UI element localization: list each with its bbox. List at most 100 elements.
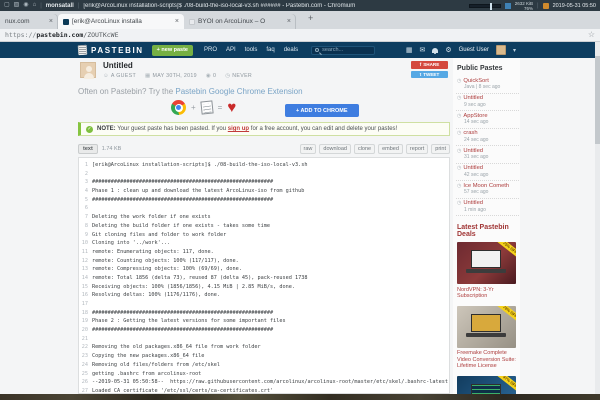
code-line: 18 #####################################… xyxy=(79,309,449,318)
public-paste-item[interactable]: ◷QuickSort Java | 8 sec ago xyxy=(456,76,519,94)
deal-image[interactable]: 75% OFF xyxy=(457,242,516,284)
deal-item[interactable]: 97% OFF The Complete White Hat... xyxy=(457,376,519,395)
code-action-button[interactable]: report xyxy=(406,144,428,154)
bookmark-star-icon[interactable]: ☆ xyxy=(588,31,595,39)
public-pastes-title: Public Pastes xyxy=(457,65,519,72)
browser-tab[interactable]: nux.com × xyxy=(0,14,58,29)
browser-icon[interactable]: ◉ xyxy=(23,0,28,11)
tab-close-icon[interactable]: × xyxy=(175,18,179,25)
paste-clock-icon: ◷ xyxy=(457,78,461,85)
deal-image[interactable]: 79% OFF xyxy=(457,306,516,348)
new-tab-button[interactable]: + xyxy=(308,14,313,23)
network-stats: 2632 KiB 76% xyxy=(515,1,533,11)
line-number: 2 xyxy=(79,170,92,179)
network-icon[interactable] xyxy=(505,3,511,9)
public-paste-item[interactable]: ◷Ice Moon Cometh 57 sec ago xyxy=(456,181,519,199)
code-line: 2 xyxy=(79,170,449,179)
paste-item-title[interactable]: Untitled xyxy=(463,200,483,207)
deal-image[interactable]: 97% OFF xyxy=(457,376,516,395)
volume-slider[interactable] xyxy=(469,4,501,8)
line-text xyxy=(92,170,449,179)
calendar-icon[interactable] xyxy=(543,3,549,9)
public-paste-item[interactable]: ◷Untitled 31 sec ago xyxy=(456,146,519,164)
deal-link[interactable]: Freemake Complete Video Conversion Suite… xyxy=(457,350,518,370)
url-text[interactable]: https://pastebin.com/ZOUTKcWE xyxy=(5,31,119,39)
messages-icon[interactable]: ✉ xyxy=(419,46,425,55)
line-number: 9 xyxy=(79,231,92,240)
deal-item[interactable]: 75% OFF NordVPN: 3-Yr Subscription xyxy=(457,242,519,300)
paste-item-title[interactable]: crash xyxy=(463,130,477,137)
archive-icon[interactable]: ▦ xyxy=(406,46,413,55)
user-avatar[interactable] xyxy=(496,45,506,55)
public-paste-item[interactable]: ◷Untitled 1 min ago xyxy=(456,199,519,217)
facebook-share-button[interactable]: fSHARE xyxy=(411,61,448,69)
header-nav-item[interactable]: tools xyxy=(245,47,258,53)
header-nav: PRO API tools faq deals xyxy=(204,47,298,53)
tab-title: BYOI on ArcoLinux – O xyxy=(198,18,284,25)
public-paste-item[interactable]: ◷crash 24 sec ago xyxy=(456,129,519,147)
browser-tab-strip: nux.com × [erik@ArcoLinux installa × BYO… xyxy=(0,11,600,29)
code-action-button[interactable]: raw xyxy=(300,144,317,154)
page-scrollbar[interactable] xyxy=(595,42,600,394)
add-to-chrome-button[interactable]: + ADD TO CHROME xyxy=(285,104,359,117)
paste-expiry: ◷NEVER xyxy=(225,73,252,79)
deal-link[interactable]: NordVPN: 3-Yr Subscription xyxy=(457,287,518,300)
extension-link[interactable]: Pastebin Google Chrome Extension xyxy=(175,87,302,96)
code-line: 19 Phase 2 : Getting the latest versions… xyxy=(79,317,449,326)
search-input[interactable]: search... xyxy=(311,46,375,55)
paste-item-meta: 24 sec ago xyxy=(464,138,519,144)
line-text: Deleting the work folder if one exists xyxy=(92,213,449,222)
deal-item[interactable]: 79% OFF Freemake Complete Video Conversi… xyxy=(457,306,519,370)
code-line: 4 Phase 1 : clean up and download the la… xyxy=(79,187,449,196)
line-text: remote: Total 1856 (delta 73), reused 87… xyxy=(92,274,449,283)
address-bar[interactable]: https://pastebin.com/ZOUTKcWE ☆ xyxy=(0,29,600,42)
code-action-button[interactable]: embed xyxy=(378,144,403,154)
line-text xyxy=(92,335,449,344)
chevron-down-icon[interactable]: ▾ xyxy=(513,47,516,54)
code-block[interactable]: 1 [erik@ArcoLinux installation-scripts]$… xyxy=(78,157,450,394)
code-line: 24 Removing old files/folders from /etc/… xyxy=(79,361,449,370)
header-nav-item[interactable]: API xyxy=(226,47,236,53)
window-icon[interactable]: ▢ xyxy=(4,0,10,11)
header-nav-item[interactable]: PRO xyxy=(204,47,217,53)
home-icon[interactable]: ⌂ xyxy=(33,0,37,11)
paste-item-title[interactable]: Untitled xyxy=(463,95,483,102)
paste-date: ▦MAY 30TH, 2019 xyxy=(145,73,197,79)
pastebin-logo-icon[interactable] xyxy=(78,45,88,56)
code-action-button[interactable]: download xyxy=(319,144,351,154)
header-nav-item[interactable]: faq xyxy=(266,47,274,53)
paste-title: Untitled xyxy=(103,61,133,70)
settings-gear-icon[interactable]: ⚙ xyxy=(445,46,451,55)
syntax-badge[interactable]: text xyxy=(78,144,98,154)
network-percent: 76% xyxy=(524,6,533,11)
tab-close-icon[interactable]: × xyxy=(49,18,53,25)
public-paste-item[interactable]: ◷AppStore 14 sec ago xyxy=(456,111,519,129)
tweet-button[interactable]: tTWEET xyxy=(411,71,448,79)
new-paste-button[interactable]: + new paste xyxy=(152,45,193,56)
public-paste-item[interactable]: ◷Untitled 9 sec ago xyxy=(456,94,519,112)
browser-tab[interactable]: BYOI on ArcoLinux – O × xyxy=(184,14,296,29)
alerts-bell-icon[interactable] xyxy=(432,48,438,53)
code-action-button[interactable]: clone xyxy=(354,144,375,154)
sidebar: Public Pastes ◷QuickSort Java | 8 sec ag… xyxy=(453,58,520,394)
tab-close-icon[interactable]: × xyxy=(287,18,291,25)
code-line: 26 --2019-05-31 05:50:58-- https://raw.g… xyxy=(79,378,449,387)
scrollbar-thumb[interactable] xyxy=(595,56,600,144)
browser-tab[interactable]: [erik@ArcoLinux installa × xyxy=(58,14,184,29)
line-number: 10 xyxy=(79,239,92,248)
public-paste-item[interactable]: ◷Untitled 42 sec ago xyxy=(456,164,519,182)
line-number: 24 xyxy=(79,361,92,370)
user-label[interactable]: Guest User xyxy=(459,47,489,53)
panel-window-title: [erik@ArcoLinux installation-scripts]$ .… xyxy=(83,3,355,9)
sign-up-link[interactable]: sign up xyxy=(228,126,249,132)
header-nav-item[interactable]: deals xyxy=(284,47,298,53)
files-icon[interactable]: ▨ xyxy=(14,0,20,11)
code-action-button[interactable]: print xyxy=(431,144,450,154)
line-number: 22 xyxy=(79,343,92,352)
paste-clock-icon: ◷ xyxy=(457,130,461,137)
line-text: Resolving deltas: 100% (1176/1176), done… xyxy=(92,291,449,300)
laptop-screen-graphic xyxy=(471,384,501,395)
brand-title[interactable]: PASTEBIN xyxy=(91,46,144,55)
paste-item-title[interactable]: Untitled xyxy=(463,165,483,172)
line-number: 5 xyxy=(79,196,92,205)
